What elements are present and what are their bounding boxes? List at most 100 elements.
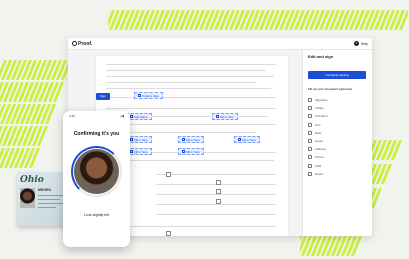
- face-scan-instruction: Look slightly left: [84, 213, 109, 217]
- fill-field-3[interactable]: Fill in here: [178, 136, 204, 143]
- fill-field-label: Fill in here: [134, 137, 148, 142]
- sidebar-tool-list: Signature Initials Checkbox Text Date Na…: [308, 96, 367, 178]
- id-detail-line: [38, 199, 60, 200]
- sidebar-item-initials[interactable]: Initials: [308, 104, 367, 112]
- text-line: [106, 226, 276, 227]
- fill-field-6[interactable]: Fill in here: [178, 148, 204, 155]
- phone-icon: [308, 155, 312, 160]
- document-checkbox[interactable]: [166, 231, 171, 236]
- sidebar-item-label: Signature: [315, 98, 328, 103]
- address-icon: [308, 147, 312, 152]
- text-field-icon: [238, 138, 241, 141]
- text-line: [156, 214, 276, 215]
- sign-tag[interactable]: Sign: [96, 93, 110, 100]
- sidebar-item-address[interactable]: Address: [308, 145, 367, 153]
- help-icon: ?: [353, 41, 359, 46]
- calendar-icon: [138, 94, 141, 97]
- email-icon: [308, 171, 312, 176]
- text-line: [106, 97, 276, 98]
- fill-field-1[interactable]: Fill in here: [212, 113, 238, 120]
- text-field-icon: [216, 115, 219, 118]
- text-line: [106, 108, 276, 109]
- phone-mockup: 4:12 ▪▪▮ Confirming it's you Look slight…: [63, 111, 130, 247]
- text-line: [106, 76, 274, 77]
- sidebar-item-signature[interactable]: Signature: [308, 96, 367, 104]
- id-holder-name: MRGEN: [38, 188, 52, 192]
- text-line: [106, 70, 266, 71]
- sidebar-item-email[interactable]: Email: [308, 170, 367, 178]
- sidebar-item-label: Text: [315, 122, 321, 127]
- document-checkbox[interactable]: [216, 180, 221, 185]
- sidebar-item-label: Initials: [315, 106, 324, 111]
- fill-field-label: Fill in here: [220, 114, 234, 119]
- date-field-label: Today's date: [142, 93, 159, 98]
- signal-battery-icon: ▪▪▮: [120, 114, 124, 118]
- name-field-icon: [130, 115, 133, 118]
- text-field-icon: [182, 150, 185, 153]
- ssn-icon: [308, 163, 312, 168]
- id-card: Ohio MRGEN: [17, 172, 69, 226]
- brand-name: Proof.: [78, 40, 93, 47]
- help-control[interactable]: ? Help: [353, 41, 368, 46]
- decorative-stripes-top: [108, 10, 408, 34]
- date-icon: [308, 130, 312, 135]
- text-line: [106, 160, 274, 161]
- sidebar-item-label: Name: [315, 139, 324, 144]
- date-field[interactable]: Today's date: [134, 92, 163, 99]
- fill-field-4[interactable]: Fill in here: [234, 136, 260, 143]
- fill-field-label: Fill in here: [186, 149, 200, 154]
- text-line: [156, 204, 276, 205]
- sidebar-item-text[interactable]: Text: [308, 121, 367, 129]
- help-label: Help: [360, 41, 368, 46]
- sidebar-title: Edit and sign: [308, 54, 334, 59]
- brand-logo[interactable]: Proof.: [72, 41, 92, 47]
- phone-title: Confirming it's you: [73, 131, 120, 137]
- signature-icon: [308, 98, 312, 103]
- text-line: [156, 174, 276, 175]
- text-line: [106, 88, 271, 89]
- text-icon: [308, 122, 312, 127]
- id-state-name: Ohio: [20, 175, 44, 185]
- text-field-icon: [182, 138, 185, 141]
- text-line: [156, 194, 276, 195]
- sidebar-item-label: SSN: [315, 163, 322, 168]
- logo-icon: [72, 41, 77, 46]
- document-checkbox[interactable]: [166, 172, 171, 177]
- document-checkbox[interactable]: [216, 189, 221, 194]
- phone-time: 4:12: [69, 114, 75, 118]
- full-name-label: Full Name: [134, 114, 148, 119]
- id-photo: [20, 188, 35, 208]
- sidebar-item-label: Address: [315, 147, 327, 152]
- checkbox-icon: [308, 114, 312, 119]
- sidebar-section-label: Fill out your document (optional): [308, 87, 352, 91]
- fill-field-label: Fill in here: [134, 149, 148, 154]
- top-bar: Proof. ? Help: [68, 38, 372, 50]
- text-line: [106, 124, 276, 125]
- text-field-icon: [130, 138, 133, 141]
- sidebar-item-checkbox[interactable]: Checkbox: [308, 112, 367, 120]
- document-checkbox[interactable]: [216, 199, 221, 204]
- phone-status-bar: 4:12 ▪▪▮: [63, 111, 130, 118]
- initials-icon: [308, 106, 312, 111]
- sidebar-item-label: Email: [315, 171, 323, 176]
- sidebar-item-label: Checkbox: [315, 114, 329, 119]
- sidebar-item-phone[interactable]: Phone: [308, 153, 367, 161]
- fill-field-label: Fill in here: [186, 137, 200, 142]
- sidebar-item-label: Phone: [315, 155, 324, 160]
- sidebar-item-date[interactable]: Date: [308, 129, 367, 137]
- id-detail-line: [38, 195, 64, 196]
- fill-field-label: Fill in here: [242, 137, 256, 142]
- text-field-icon: [130, 150, 133, 153]
- edit-sign-sidebar: Edit and sign Complete signing Fill out …: [302, 50, 372, 236]
- complete-signing-button[interactable]: Complete signing: [308, 71, 366, 79]
- text-line: [106, 64, 276, 65]
- sidebar-item-label: Date: [315, 130, 322, 135]
- decorative-stripes-left: [0, 60, 70, 170]
- sidebar-item-name[interactable]: Name: [308, 137, 367, 145]
- sidebar-item-ssn[interactable]: SSN: [308, 162, 367, 170]
- name-icon: [308, 139, 312, 144]
- id-detail-line: [38, 207, 56, 208]
- face-camera-preview: [74, 149, 119, 194]
- text-line: [106, 82, 256, 83]
- id-detail-line: [38, 203, 63, 204]
